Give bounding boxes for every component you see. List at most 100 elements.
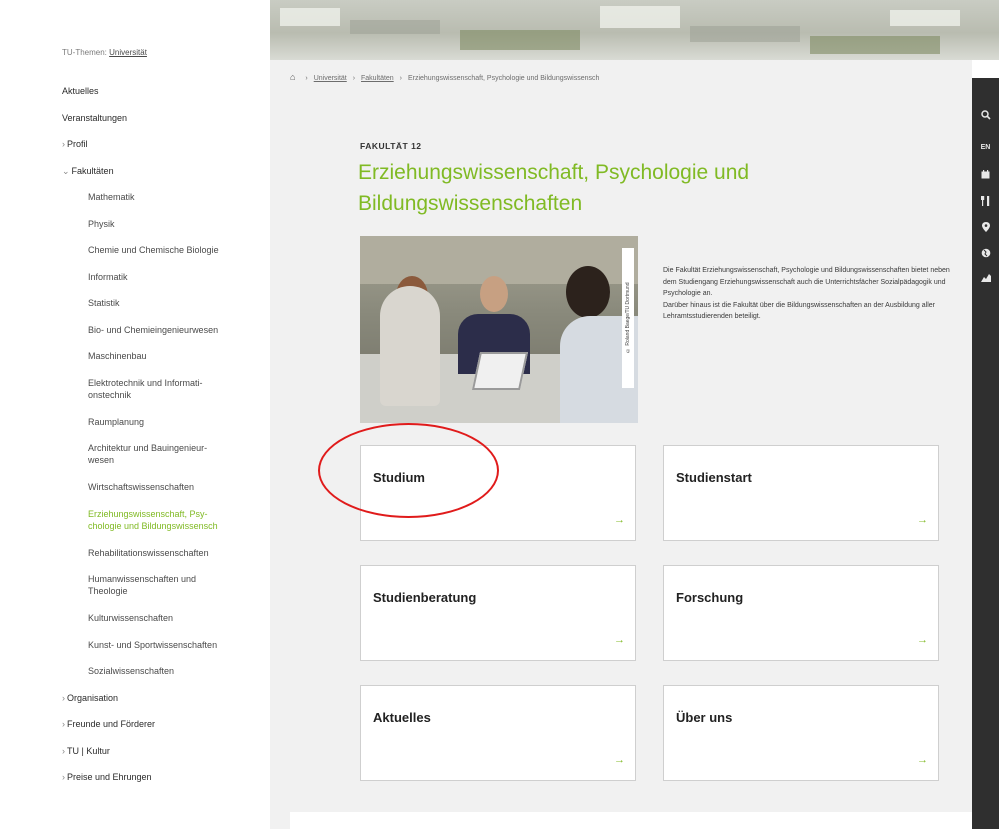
- sidebar-item[interactable]: › Profil: [62, 138, 88, 150]
- calendar-icon[interactable]: [972, 170, 999, 181]
- sidebar-item-label-continued: Theologie: [88, 586, 128, 596]
- sidebar-item[interactable]: ⌄ Fakultäten: [62, 165, 114, 177]
- footer-strip: [290, 812, 972, 829]
- sidebar-item-label: Kunst- und Sportwissenschaften: [88, 639, 218, 650]
- sidebar-item[interactable]: › Organisation: [62, 692, 118, 704]
- sidebar-item-label: Profil: [67, 139, 88, 149]
- sidebar-item[interactable]: › Freunde und Förderer: [62, 718, 155, 730]
- sidebar-item[interactable]: Kunst- und Sportwissenschaften: [88, 639, 217, 651]
- sidebar-item-label-continued: wesen: [88, 455, 115, 465]
- card-aktuelles[interactable]: Aktuelles →: [360, 685, 636, 781]
- sidebar-item[interactable]: Architektur und Bauingenieur-wesen: [88, 442, 207, 466]
- sidebar-item-label: Bio- und Chemieingenieurwesen: [88, 324, 219, 335]
- sidebar-item-label: Mathematik: [88, 192, 135, 202]
- breadcrumb-link-fakultaeten[interactable]: Fakultäten: [361, 75, 394, 82]
- map-icon[interactable]: [972, 274, 999, 284]
- breadcrumb-separator: ›: [305, 75, 308, 82]
- sidebar-item[interactable]: › Preise und Ehrungen: [62, 771, 152, 783]
- faculty-photo: © Roland Baege/TU Dortmund: [360, 236, 638, 423]
- arrow-right-icon: →: [917, 754, 928, 766]
- chevron-icon: ⌄: [62, 165, 70, 176]
- breadcrumb-current: Erziehungswissenschaft, Psychologie und …: [407, 75, 600, 82]
- chevron-icon: ›: [62, 745, 65, 756]
- sidebar-item-label: Kulturwissenschaften: [88, 613, 174, 623]
- card-studienberatung[interactable]: Studienberatung →: [360, 565, 636, 661]
- card-label: Studienstart: [676, 470, 752, 485]
- sidebar-item[interactable]: Aktuelles: [62, 85, 99, 97]
- sidebar-item-label: Sozialwissenschaften: [88, 666, 175, 676]
- sidebar-item[interactable]: Humanwissenschaften und Theologie: [88, 573, 196, 597]
- sidebar-item[interactable]: › TU | Kultur: [62, 745, 110, 757]
- card-label: Aktuelles: [373, 710, 431, 725]
- card-label: Forschung: [676, 590, 744, 605]
- location-icon[interactable]: [972, 222, 999, 234]
- sidebar-item[interactable]: Raumplanung: [88, 416, 144, 428]
- sidebar-item[interactable]: Informatik: [88, 271, 128, 283]
- sidebar-item-label: Organisation: [67, 692, 119, 703]
- breadcrumb: ⌂ › Universität › Fakultäten › Erziehung…: [290, 72, 599, 82]
- topic-link-universitaet[interactable]: Universität: [109, 48, 147, 57]
- photo-credit: © Roland Baege/TU Dortmund: [622, 248, 634, 388]
- faculty-kicker: FAKULTÄT 12: [360, 141, 422, 151]
- search-icon[interactable]: [972, 110, 999, 122]
- sidebar-item-label: Informatik: [88, 271, 128, 282]
- sidebar-item-label-continued: onstechnik: [88, 389, 132, 400]
- sidebar-item-label: Humanwissenschaften und: [88, 574, 197, 584]
- sidebar-item-label: Erziehungswissenschaft, Psy-: [88, 508, 208, 519]
- sidebar-item[interactable]: Chemie und Chemische Biologie: [88, 244, 219, 256]
- breadcrumb-separator: ›: [352, 75, 356, 82]
- card-studienstart[interactable]: Studienstart →: [663, 445, 939, 541]
- card-forschung[interactable]: Forschung →: [663, 565, 939, 661]
- sidebar-item[interactable]: Veranstaltungen: [62, 112, 127, 124]
- restaurant-icon[interactable]: [972, 196, 999, 208]
- sidebar-item-label: Preise und Ehrungen: [67, 772, 152, 782]
- chevron-icon: ›: [62, 772, 65, 782]
- sidebar-item-label: Wirtschaftswissenschaften: [88, 482, 195, 492]
- chevron-icon: ›: [62, 139, 65, 149]
- card-ueber-uns[interactable]: Über uns →: [663, 685, 939, 781]
- sidebar-item[interactable]: Statistik: [88, 297, 120, 309]
- sidebar-item[interactable]: Erziehungswissenschaft, Psy-chologie und…: [88, 508, 218, 532]
- hero-banner-image: [270, 0, 999, 60]
- description-paragraph: Die Fakultät Erziehungswissenschaft, Psy…: [663, 267, 950, 297]
- sidebar-item-label: Veranstaltungen: [62, 112, 128, 123]
- sidebar-item-label: Physik: [88, 218, 115, 229]
- page-title: Erziehungswissenschaft, Psychologie und …: [358, 161, 750, 215]
- globe-icon[interactable]: [972, 248, 999, 260]
- sidebar-item[interactable]: Physik: [88, 218, 115, 230]
- sidebar-item[interactable]: Wirtschaftswissenschaften: [88, 481, 194, 493]
- sidebar-item[interactable]: Sozialwissenschaften: [88, 665, 174, 677]
- sidebar-item-label: Aktuelles: [62, 86, 99, 96]
- breadcrumb-link-universitaet[interactable]: Universität: [314, 75, 347, 82]
- right-toolbar: EN: [972, 78, 999, 829]
- sidebar-item[interactable]: Mathematik: [88, 191, 135, 203]
- sidebar-item[interactable]: Rehabilitationswissenschaften: [88, 547, 209, 559]
- card-label: Studienberatung: [373, 590, 477, 605]
- sidebar-item-label: Fakultäten: [71, 165, 114, 176]
- card-studium[interactable]: Studium →: [360, 445, 636, 541]
- home-icon[interactable]: ⌂: [290, 72, 295, 82]
- sidebar-item-label: Chemie und Chemische Biologie: [88, 245, 219, 255]
- sidebar-item[interactable]: Kulturwissenschaften: [88, 612, 173, 624]
- sidebar-item-label: TU | Kultur: [67, 745, 110, 756]
- sidebar-navigation: TU-Themen: Universität Aktuelles Veransta…: [0, 0, 270, 829]
- sidebar-item-label: Freunde und Förderer: [67, 719, 156, 729]
- arrow-right-icon: →: [614, 754, 625, 766]
- sidebar-item-label: Raumplanung: [88, 416, 145, 427]
- breadcrumb-separator: ›: [399, 75, 402, 82]
- sidebar-item-label: Elektrotechnik und Informati-: [88, 377, 203, 388]
- arrow-right-icon: →: [614, 634, 625, 646]
- card-label: Studium: [373, 470, 425, 485]
- language-switch[interactable]: EN: [972, 144, 999, 151]
- sidebar-item[interactable]: Maschinenbau: [88, 350, 147, 362]
- chevron-icon: ›: [62, 692, 65, 703]
- arrow-right-icon: →: [917, 514, 928, 526]
- sidebar-item[interactable]: Elektrotechnik und Informati-onstechnik: [88, 377, 203, 401]
- topic-selector: TU-Themen: Universität: [62, 48, 147, 57]
- sidebar-item[interactable]: Bio- und Chemieingenieurwesen: [88, 324, 218, 336]
- sidebar-item-label-continued: chologie und Bildungswissensch: [88, 520, 218, 531]
- arrow-right-icon: →: [614, 514, 625, 526]
- sidebar-item-label: Maschinenbau: [88, 351, 147, 361]
- description-paragraph: Darüber hinaus ist die Fakultät über die…: [663, 301, 935, 321]
- sidebar-item-label: Architektur und Bauingenieur-: [88, 443, 208, 453]
